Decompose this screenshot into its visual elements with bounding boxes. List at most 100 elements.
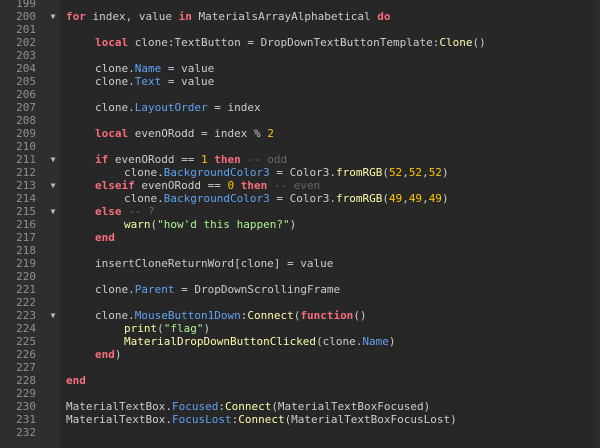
code-text[interactable]: for index, value in MaterialsArrayAlphab… bbox=[66, 10, 391, 23]
code-line[interactable]: 209 local evenORodd = index % 2 bbox=[0, 127, 600, 140]
code-token: -- even bbox=[267, 179, 321, 192]
code-token: MaterialTextBox. bbox=[66, 400, 172, 413]
code-text[interactable]: MaterialTextBox.FocusLost:Connect(Materi… bbox=[66, 413, 457, 426]
code-text[interactable]: local clone:TextButton = DropDownTextBut… bbox=[95, 36, 486, 49]
code-line[interactable]: 205 clone.Text = value bbox=[0, 75, 600, 88]
code-token: ) bbox=[388, 335, 396, 348]
code-line[interactable]: 222 bbox=[0, 296, 600, 309]
code-token: MaterialsArrayAlphabetical bbox=[191, 10, 378, 23]
code-text[interactable]: MaterialTextBox.Focused:Connect(Material… bbox=[66, 400, 430, 413]
code-text[interactable]: warn("how'd this happen?") bbox=[124, 218, 296, 231]
code-token: function bbox=[300, 309, 354, 322]
code-line[interactable]: 199 bbox=[0, 0, 600, 10]
line-number: 217 bbox=[16, 231, 36, 244]
code-line[interactable]: 219 insertCloneReturnWord[clone] = value bbox=[0, 257, 600, 270]
code-text[interactable]: clone.LayoutOrder = index bbox=[95, 101, 261, 114]
code-line[interactable]: 232 bbox=[0, 426, 600, 439]
code-token: (MaterialTextBoxFocused) bbox=[271, 400, 431, 413]
code-token: Clone bbox=[439, 36, 473, 49]
code-line[interactable]: 225 MaterialDropDownButtonClicked(clone.N… bbox=[0, 335, 600, 348]
code-text[interactable]: clone.Text = value bbox=[95, 75, 214, 88]
code-line[interactable]: 200 ▼ for index, value in MaterialsArrayAl… bbox=[0, 10, 600, 23]
code-editor[interactable]: 199 200 ▼ for index, value in MaterialsArra… bbox=[0, 0, 600, 448]
code-text[interactable]: clone.BackgroundColor3 = Color3.fromRGB(… bbox=[124, 166, 449, 179]
code-token: 1 bbox=[200, 153, 208, 166]
code-line[interactable]: 214 clone.BackgroundColor3 = Color3.fromR… bbox=[0, 192, 600, 205]
code-text[interactable]: end bbox=[66, 374, 86, 387]
code-line[interactable]: 207 clone.LayoutOrder = index bbox=[0, 101, 600, 114]
code-token: 52 bbox=[428, 166, 442, 179]
code-text[interactable]: print("flag") bbox=[124, 322, 210, 335]
code-line[interactable]: 201 bbox=[0, 23, 600, 36]
code-line[interactable]: 221 clone.Parent = DropDownScrollingFrame bbox=[0, 283, 600, 296]
code-line[interactable]: 203 bbox=[0, 49, 600, 62]
code-line[interactable]: 224 print("flag") bbox=[0, 322, 600, 335]
code-line[interactable]: 223 ▼ clone.MouseButton1Down:Connect(funct… bbox=[0, 309, 600, 322]
line-number: 199 bbox=[16, 0, 36, 10]
line-number: 220 bbox=[16, 270, 36, 283]
code-token: end bbox=[95, 348, 115, 361]
code-line[interactable]: 216 warn("how'd this happen?") bbox=[0, 218, 600, 231]
line-number: 211 bbox=[16, 153, 36, 166]
code-token: clone. bbox=[95, 75, 135, 88]
code-token: local bbox=[95, 36, 129, 49]
vertical-scrollbar[interactable] bbox=[594, 0, 600, 448]
code-line[interactable]: 212 clone.BackgroundColor3 = Color3.fromR… bbox=[0, 166, 600, 179]
code-token: : bbox=[218, 400, 225, 413]
line-number: 230 bbox=[16, 400, 36, 413]
code-line[interactable]: 231 MaterialTextBox.FocusLost:Connect(Mat… bbox=[0, 413, 600, 426]
fold-toggle-icon[interactable]: ▼ bbox=[48, 205, 58, 218]
code-line[interactable]: 217 end bbox=[0, 231, 600, 244]
code-token: ) bbox=[441, 192, 449, 205]
line-number: 227 bbox=[16, 361, 36, 374]
code-token: index, value bbox=[85, 10, 179, 23]
code-token: do bbox=[377, 10, 391, 23]
code-line[interactable]: 229 bbox=[0, 387, 600, 400]
code-line[interactable]: 220 bbox=[0, 270, 600, 283]
fold-toggle-icon[interactable]: ▼ bbox=[48, 10, 58, 23]
code-line[interactable]: 210 bbox=[0, 140, 600, 153]
code-token: evenORodd == bbox=[108, 153, 201, 166]
code-text[interactable]: elseif evenORodd == 0 then -- even bbox=[95, 179, 320, 192]
code-token: 52 bbox=[408, 166, 423, 179]
code-text[interactable]: MaterialDropDownButtonClicked(clone.Name… bbox=[124, 335, 396, 348]
code-token: clone. bbox=[95, 62, 135, 75]
code-text[interactable]: end) bbox=[95, 348, 122, 361]
code-text[interactable]: clone.Name = value bbox=[95, 62, 214, 75]
code-line[interactable]: 218 bbox=[0, 244, 600, 257]
code-line[interactable]: 226 end) bbox=[0, 348, 600, 361]
code-text[interactable]: local evenORodd = index % 2 bbox=[95, 127, 274, 140]
code-token: Connect bbox=[238, 413, 285, 426]
code-line[interactable]: 204 clone.Name = value bbox=[0, 62, 600, 75]
line-number: 228 bbox=[16, 374, 36, 387]
code-token: ( bbox=[157, 322, 164, 335]
code-line[interactable]: 208 bbox=[0, 114, 600, 127]
fold-toggle-icon[interactable]: ▼ bbox=[48, 309, 58, 322]
code-token: "flag" bbox=[163, 322, 204, 335]
code-line[interactable]: 227 bbox=[0, 361, 600, 374]
line-number: 221 bbox=[16, 283, 36, 296]
code-lines[interactable]: 199 200 ▼ for index, value in MaterialsArra… bbox=[0, 0, 600, 439]
line-number: 205 bbox=[16, 75, 36, 88]
code-token: clone. bbox=[124, 192, 164, 205]
code-text[interactable]: end bbox=[95, 231, 115, 244]
line-number: 216 bbox=[16, 218, 36, 231]
code-text[interactable]: else -- ? bbox=[95, 205, 155, 218]
code-line[interactable]: 202 local clone:TextButton = DropDownText… bbox=[0, 36, 600, 49]
code-line[interactable]: 211 ▼ if evenORodd == 1 then -- odd bbox=[0, 153, 600, 166]
code-line[interactable]: 215 ▼ else -- ? bbox=[0, 205, 600, 218]
code-line[interactable]: 228 end bbox=[0, 374, 600, 387]
code-line[interactable]: 230 MaterialTextBox.Focused:Connect(Mater… bbox=[0, 400, 600, 413]
code-token: "how'd this happen?" bbox=[157, 218, 290, 231]
code-text[interactable]: clone.BackgroundColor3 = Color3.fromRGB(… bbox=[124, 192, 449, 205]
code-text[interactable]: clone.Parent = DropDownScrollingFrame bbox=[95, 283, 340, 296]
code-text[interactable]: if evenORodd == 1 then -- odd bbox=[95, 153, 287, 166]
code-token: 2 bbox=[267, 127, 274, 140]
fold-toggle-icon[interactable]: ▼ bbox=[48, 179, 58, 192]
code-line[interactable]: 206 bbox=[0, 88, 600, 101]
code-text[interactable]: insertCloneReturnWord[clone] = value bbox=[95, 257, 333, 270]
code-text[interactable]: clone.MouseButton1Down:Connect(function(… bbox=[95, 309, 367, 322]
fold-toggle-icon[interactable]: ▼ bbox=[48, 153, 58, 166]
code-line[interactable]: 213 ▼ elseif evenORodd == 0 then -- even bbox=[0, 179, 600, 192]
code-token: 49 bbox=[388, 192, 403, 205]
